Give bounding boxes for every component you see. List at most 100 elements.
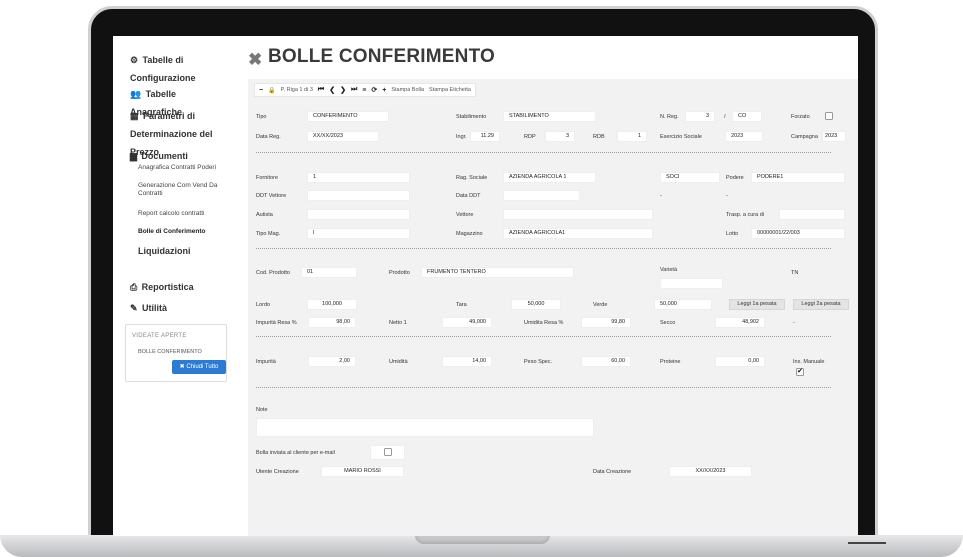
users-icon: 👥 [130, 89, 142, 99]
leggi-1a-pesata-button[interactable]: Leggi 1a pesata [729, 299, 785, 310]
prev-record-icon[interactable]: ❮ [329, 86, 335, 94]
close-all-button[interactable]: ✖ Chiudi Tutto [172, 360, 226, 374]
open-windows-title: VIDEATE APERTE [132, 333, 187, 339]
tipo-mag-field[interactable]: I [307, 228, 410, 239]
list-icon[interactable]: ≡ [362, 87, 366, 94]
umidita-resa-field[interactable]: 99,80 [581, 317, 631, 328]
impurita-field[interactable]: 2,00 [308, 356, 356, 367]
nreg-field[interactable]: 3 [685, 111, 715, 122]
ins-manuale-checkbox[interactable]: ✔ [796, 368, 804, 376]
sidebar-item-utilita[interactable]: ✎ Utilità [130, 298, 167, 316]
note-field[interactable] [256, 418, 594, 437]
lock-icon[interactable]: 🔒 [268, 87, 275, 94]
sidebar-item-label: Documenti [141, 151, 188, 161]
record-toolbar: − 🔒 P. Riga 1 di 3 ⏮ ❮ ❯ ⏭ ≡ ⟳ + Stampa … [254, 83, 476, 97]
form-panel: − 🔒 P. Riga 1 di 3 ⏮ ❮ ❯ ⏭ ≡ ⟳ + Stampa … [248, 79, 858, 536]
add-icon[interactable]: + [382, 87, 386, 94]
first-record-icon[interactable]: ⏮ [318, 86, 324, 94]
magazzino-label: Magazzino [456, 231, 483, 237]
dash-text: - [726, 193, 728, 199]
vettore-field[interactable] [503, 209, 653, 220]
autista-field[interactable] [307, 209, 410, 220]
sidebar-subitem-generazione[interactable]: Generazione Com Vend Da Contratti [138, 182, 226, 198]
data-ddt-field[interactable] [503, 190, 580, 201]
sidebar-item-documenti[interactable]: ▆ Documenti [130, 146, 225, 164]
magazzino-field[interactable]: AZIENDA AGRICOLA1 [503, 228, 653, 239]
peso-spec-field[interactable]: 60,00 [581, 356, 631, 367]
ins-manuale-label: Ins. Manuale [793, 359, 825, 365]
close-icon[interactable]: ✖ [248, 50, 262, 70]
data-creazione-field[interactable]: XX/XX/2023 [669, 466, 752, 477]
soci-field[interactable]: SOCI [660, 172, 720, 183]
data-reg-field[interactable]: XX/XX/2023 [307, 131, 379, 142]
sidebar-subitem-anagrafica-contratti[interactable]: Anagrafica Contratti Poderi [138, 164, 216, 172]
stampa-bolla-button[interactable]: Stampa Bolla [391, 87, 424, 93]
data-ddt-label: Data DDT [456, 193, 481, 199]
tara-field[interactable]: 50,000 [511, 299, 561, 310]
prodotto-field[interactable]: FRUMENTO TENTERO [421, 267, 574, 278]
forzato-checkbox[interactable] [825, 112, 833, 120]
ingr-field[interactable]: 11.29 [470, 131, 500, 142]
secco-label: Secco [660, 320, 676, 326]
netto1-field[interactable]: 49,000 [442, 317, 492, 328]
fornitore-field[interactable]: 1 [307, 172, 410, 183]
lordo-field[interactable]: 100,000 [307, 299, 357, 310]
data-reg-label: Data Reg. [256, 134, 281, 140]
ddt-vettore-field[interactable] [307, 190, 410, 201]
stabilimento-label: Stabilimento [456, 114, 487, 120]
stabilimento-field[interactable]: STABILIMENTO [503, 111, 596, 122]
campagna-field[interactable]: 2023 [822, 131, 846, 142]
rdb-field[interactable]: 1 [617, 131, 647, 142]
separator [256, 336, 831, 337]
nreg-label: N. Reg. [660, 114, 679, 120]
tara-label: Tara [456, 302, 467, 308]
nreg-separator: / [724, 114, 726, 120]
varieta-field[interactable] [660, 278, 723, 289]
calculator-icon: ▦ [130, 111, 139, 121]
dash-text: - [793, 320, 795, 326]
tipo-label: Tipo [256, 114, 267, 120]
proteine-field[interactable]: 0,00 [715, 356, 765, 367]
podere-label: Podere [726, 175, 744, 181]
tipo-mag-label: Tipo Mag. [256, 231, 281, 237]
umidita-field[interactable]: 14,00 [442, 356, 492, 367]
leggi-2a-pesata-button[interactable]: Leggi 2a pesata [793, 299, 849, 310]
tipo-field[interactable]: CONFERIMENTO [307, 111, 389, 122]
separator [256, 152, 831, 153]
next-record-icon[interactable]: ❯ [340, 86, 346, 94]
proteine-label: Proteine [660, 359, 681, 365]
file-icon: ▆ [130, 151, 137, 161]
trasp-field[interactable] [779, 209, 845, 220]
bolla-email-label: Bolla inviata al cliente per e-mail [256, 450, 335, 456]
open-window-item[interactable]: BOLLE CONFERIMENTO [138, 349, 202, 355]
minus-icon[interactable]: − [259, 87, 263, 94]
rag-sociale-field[interactable]: AZIENDA AGRICOLA 1 [503, 172, 596, 183]
esercizio-field[interactable]: 2023 [725, 131, 763, 142]
open-windows-panel: VIDEATE APERTE BOLLE CONFERIMENTO ✖ Chiu… [125, 324, 227, 382]
cod-prodotto-field[interactable]: 01 [301, 267, 357, 278]
nreg-suffix-field[interactable]: CO [732, 111, 762, 122]
sidebar-subitem-report-calcolo[interactable]: Report calcolo contratti [138, 210, 204, 218]
impurita-resa-field[interactable]: 98,00 [308, 317, 356, 328]
record-info: P. Riga 1 di 3 [280, 87, 313, 93]
refresh-icon[interactable]: ⟳ [371, 86, 377, 94]
last-record-icon[interactable]: ⏭ [351, 86, 357, 94]
rdb-label: RDB [593, 134, 605, 140]
sidebar-item-tabelle-configurazione[interactable]: ⚙ Tabelle di Configurazione [130, 50, 220, 86]
podere-field[interactable]: PODERE1 [751, 172, 845, 183]
sidebar: ⚙ Tabelle di Configurazione 👥 Tabelle An… [113, 36, 233, 536]
tn-label: TN [791, 270, 799, 276]
app-screen: ⚙ Tabelle di Configurazione 👥 Tabelle An… [113, 36, 858, 536]
sidebar-subitem-bolle-conferimento[interactable]: Bolle di Conferimento [138, 228, 206, 236]
lotto-field[interactable]: 00000001/22/003 [751, 228, 845, 239]
rdp-field[interactable]: 3 [545, 131, 575, 142]
secco-field[interactable]: 48,902 [715, 317, 765, 328]
sidebar-item-liquidazioni[interactable]: Liquidazioni [138, 246, 191, 256]
impurita-resa-label: Impurità Resa % [256, 320, 297, 326]
sidebar-item-reportistica[interactable]: ⎙ Reportistica [130, 277, 194, 295]
stampa-etichetta-button[interactable]: Stampa Etichetta [429, 87, 471, 93]
verde-field[interactable]: 50,000 [654, 299, 712, 310]
bolla-email-checkbox[interactable] [384, 448, 392, 456]
dash-text: - [660, 193, 662, 199]
utente-creazione-field[interactable]: MARIO ROSSI [321, 466, 404, 477]
